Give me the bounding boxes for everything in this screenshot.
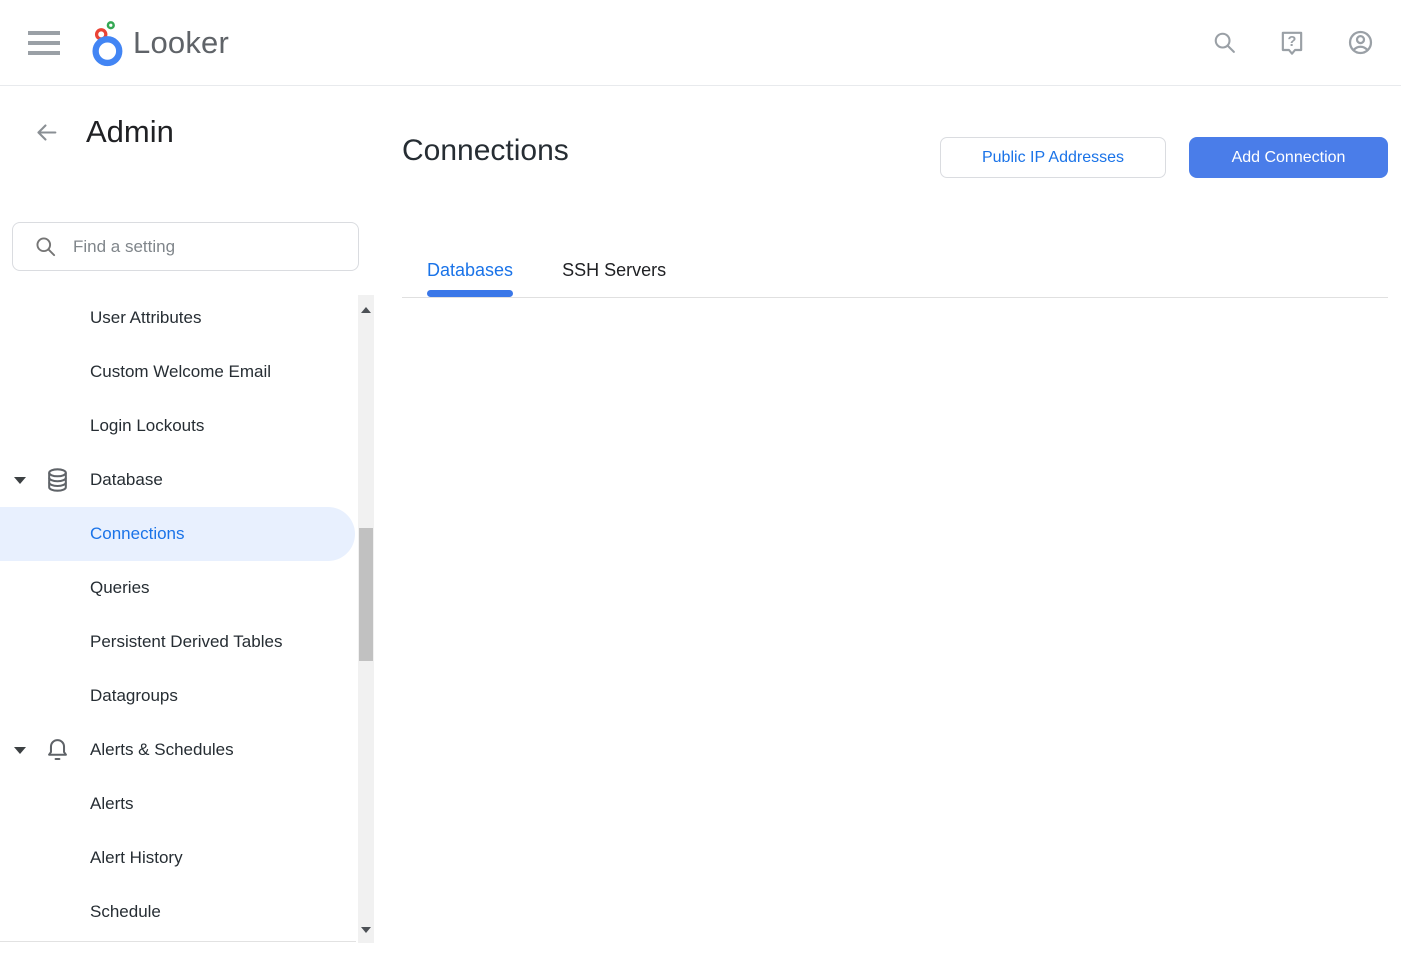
active-tab-underline xyxy=(427,290,513,297)
search-icon[interactable] xyxy=(1212,30,1237,55)
menu-bar xyxy=(28,51,60,55)
sidebar-item-persistent-derived-tables[interactable]: Persistent Derived Tables xyxy=(0,615,358,669)
brand-name: Looker xyxy=(133,25,229,61)
sidebar-item-alerts[interactable]: Alerts xyxy=(0,777,358,831)
find-setting-search[interactable] xyxy=(12,222,359,271)
tab-ssh-servers[interactable]: SSH Servers xyxy=(562,243,666,297)
looker-logo-icon xyxy=(86,19,126,67)
sidebar-item-alert-history[interactable]: Alert History xyxy=(0,831,358,885)
help-glyph: ? xyxy=(1279,29,1305,57)
help-question-mark: ? xyxy=(1288,34,1297,50)
admin-sidebar: Admin User Attributes Custom Welcome Ema… xyxy=(0,86,375,963)
sidebar-item-label: Custom Welcome Email xyxy=(90,362,271,382)
sidebar-item-label: Datagroups xyxy=(90,686,178,706)
scroll-down-arrow-icon[interactable] xyxy=(361,927,371,933)
scrollbar-thumb[interactable] xyxy=(359,528,373,661)
sidebar-item-label: Queries xyxy=(90,578,150,598)
account-icon[interactable] xyxy=(1347,29,1374,56)
account-glyph xyxy=(1347,29,1374,56)
collapse-caret-icon[interactable] xyxy=(14,477,26,484)
header-actions: Public IP Addresses Add Connection xyxy=(940,137,1388,178)
search-icon xyxy=(34,235,57,258)
sidebar-item-label: Alert History xyxy=(90,848,183,868)
sidebar-item-connections[interactable]: Connections xyxy=(0,507,355,561)
bell-icon xyxy=(44,737,71,764)
sidebar-item-label: Persistent Derived Tables xyxy=(90,632,282,652)
sidebar-item-schedule[interactable]: Schedule xyxy=(0,885,358,939)
sidebar-item-label: Login Lockouts xyxy=(90,416,204,436)
sidebar-item-label: Database xyxy=(90,470,163,490)
sidebar-item-label: Schedule xyxy=(90,902,161,922)
menu-icon[interactable] xyxy=(28,31,62,55)
menu-bar xyxy=(28,31,60,35)
sidebar-item-datagroups[interactable]: Datagroups xyxy=(0,669,358,723)
sidebar-item-user-attributes[interactable]: User Attributes xyxy=(0,291,358,345)
connections-main: Connections Public IP Addresses Add Conn… xyxy=(375,86,1401,963)
back-arrow-glyph xyxy=(34,120,59,145)
tab-label: Databases xyxy=(427,260,513,281)
public-ip-addresses-button[interactable]: Public IP Addresses xyxy=(940,137,1166,178)
sidebar-item-alerts-schedules[interactable]: Alerts & Schedules xyxy=(0,723,358,777)
scroll-up-arrow-icon[interactable] xyxy=(361,307,371,313)
sidebar-item-label: Alerts xyxy=(90,794,133,814)
looker-logo[interactable]: Looker xyxy=(86,19,229,67)
tab-label: SSH Servers xyxy=(562,260,666,281)
tab-databases[interactable]: Databases xyxy=(427,243,513,297)
topbar-actions: ? xyxy=(1212,29,1401,57)
sidebar-item-database[interactable]: Database xyxy=(0,453,358,507)
add-connection-button[interactable]: Add Connection xyxy=(1189,137,1388,178)
sidebar-item-login-lockouts[interactable]: Login Lockouts xyxy=(0,399,358,453)
connections-tabbar: Databases SSH Servers xyxy=(402,243,1388,298)
collapse-caret-icon[interactable] xyxy=(14,747,26,754)
sidebar-item-custom-welcome-email[interactable]: Custom Welcome Email xyxy=(0,345,358,399)
looker-admin-page: Looker ? xyxy=(0,0,1401,963)
search-glyph xyxy=(1212,30,1237,55)
sidebar-scrollbar[interactable] xyxy=(358,295,374,943)
search-input[interactable] xyxy=(73,237,303,257)
admin-header: Admin xyxy=(34,114,174,150)
help-icon[interactable]: ? xyxy=(1279,29,1305,57)
menu-bar xyxy=(28,41,60,45)
settings-list: User Attributes Custom Welcome Email Log… xyxy=(0,291,375,939)
back-arrow-icon[interactable] xyxy=(34,120,59,145)
page-title: Admin xyxy=(86,114,174,150)
connections-title: Connections xyxy=(402,134,569,168)
sidebar-item-label: Connections xyxy=(90,524,185,544)
sidebar-item-label: User Attributes xyxy=(90,308,202,328)
database-icon xyxy=(44,467,71,494)
top-bar: Looker ? xyxy=(0,0,1401,86)
sidebar-item-label: Alerts & Schedules xyxy=(90,740,234,760)
sidebar-bottom-divider xyxy=(0,941,356,942)
sidebar-item-queries[interactable]: Queries xyxy=(0,561,358,615)
